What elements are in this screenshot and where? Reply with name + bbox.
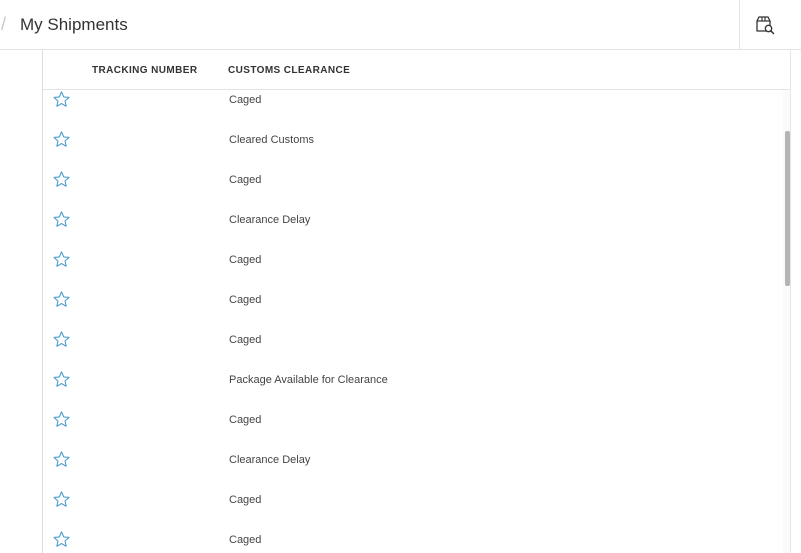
star-outline-icon[interactable] — [52, 250, 71, 269]
table-row[interactable]: Caged — [43, 291, 783, 331]
table-row[interactable]: Caged — [43, 491, 783, 531]
customs-clearance-cell: Cleared Customs — [229, 134, 314, 146]
column-header-customs-clearance[interactable]: CUSTOMS CLEARANCE — [228, 65, 350, 76]
customs-clearance-cell: Caged — [229, 254, 262, 266]
star-outline-icon[interactable] — [52, 410, 71, 429]
table-row[interactable]: Caged — [43, 411, 783, 451]
package-search-icon — [756, 16, 775, 35]
scrollbar-thumb[interactable] — [785, 131, 790, 286]
breadcrumb-separator: / — [1, 14, 7, 34]
table-row[interactable]: Package Available for Clearance — [43, 371, 783, 411]
customs-clearance-cell: Package Available for Clearance — [229, 374, 388, 386]
table-row[interactable]: Caged — [43, 251, 783, 291]
star-outline-icon[interactable] — [52, 490, 71, 509]
customs-clearance-cell: Caged — [229, 414, 262, 426]
customs-clearance-cell: Caged — [229, 494, 262, 506]
star-outline-icon[interactable] — [52, 450, 71, 469]
shipments-table-body: Caged Cleared Customs Caged Clearance Delay… — [43, 91, 783, 553]
customs-clearance-cell: Caged — [229, 334, 262, 346]
table-header: TRACKING NUMBER CUSTOMS CLEARANCE — [43, 50, 790, 90]
star-outline-icon[interactable] — [52, 530, 71, 549]
table-row[interactable]: Caged — [43, 91, 783, 131]
star-outline-icon[interactable] — [52, 170, 71, 189]
table-row[interactable]: Caged — [43, 331, 783, 371]
table-row[interactable]: Clearance Delay — [43, 211, 783, 251]
shipment-search-button[interactable] — [739, 0, 790, 50]
table-row[interactable]: Cleared Customs — [43, 131, 783, 171]
customs-clearance-cell: Clearance Delay — [229, 214, 311, 226]
star-outline-icon[interactable] — [52, 290, 71, 309]
vertical-scrollbar[interactable] — [783, 91, 790, 553]
table-row[interactable]: Caged — [43, 171, 783, 211]
table-row[interactable]: Caged — [43, 531, 783, 553]
customs-clearance-cell: Caged — [229, 94, 262, 106]
star-outline-icon[interactable] — [52, 330, 71, 349]
star-outline-icon[interactable] — [52, 130, 71, 149]
star-outline-icon[interactable] — [52, 210, 71, 229]
page-title: My Shipments — [20, 15, 128, 34]
star-outline-icon[interactable] — [52, 370, 71, 389]
table-right-border — [790, 50, 791, 553]
page-header: / My Shipments — [0, 0, 801, 50]
customs-clearance-cell: Clearance Delay — [229, 454, 311, 466]
table-row[interactable]: Clearance Delay — [43, 451, 783, 491]
column-header-tracking-number[interactable]: TRACKING NUMBER — [92, 65, 197, 76]
customs-clearance-cell: Caged — [229, 174, 262, 186]
star-outline-icon[interactable] — [52, 91, 71, 109]
customs-clearance-cell: Caged — [229, 534, 262, 546]
customs-clearance-cell: Caged — [229, 294, 262, 306]
